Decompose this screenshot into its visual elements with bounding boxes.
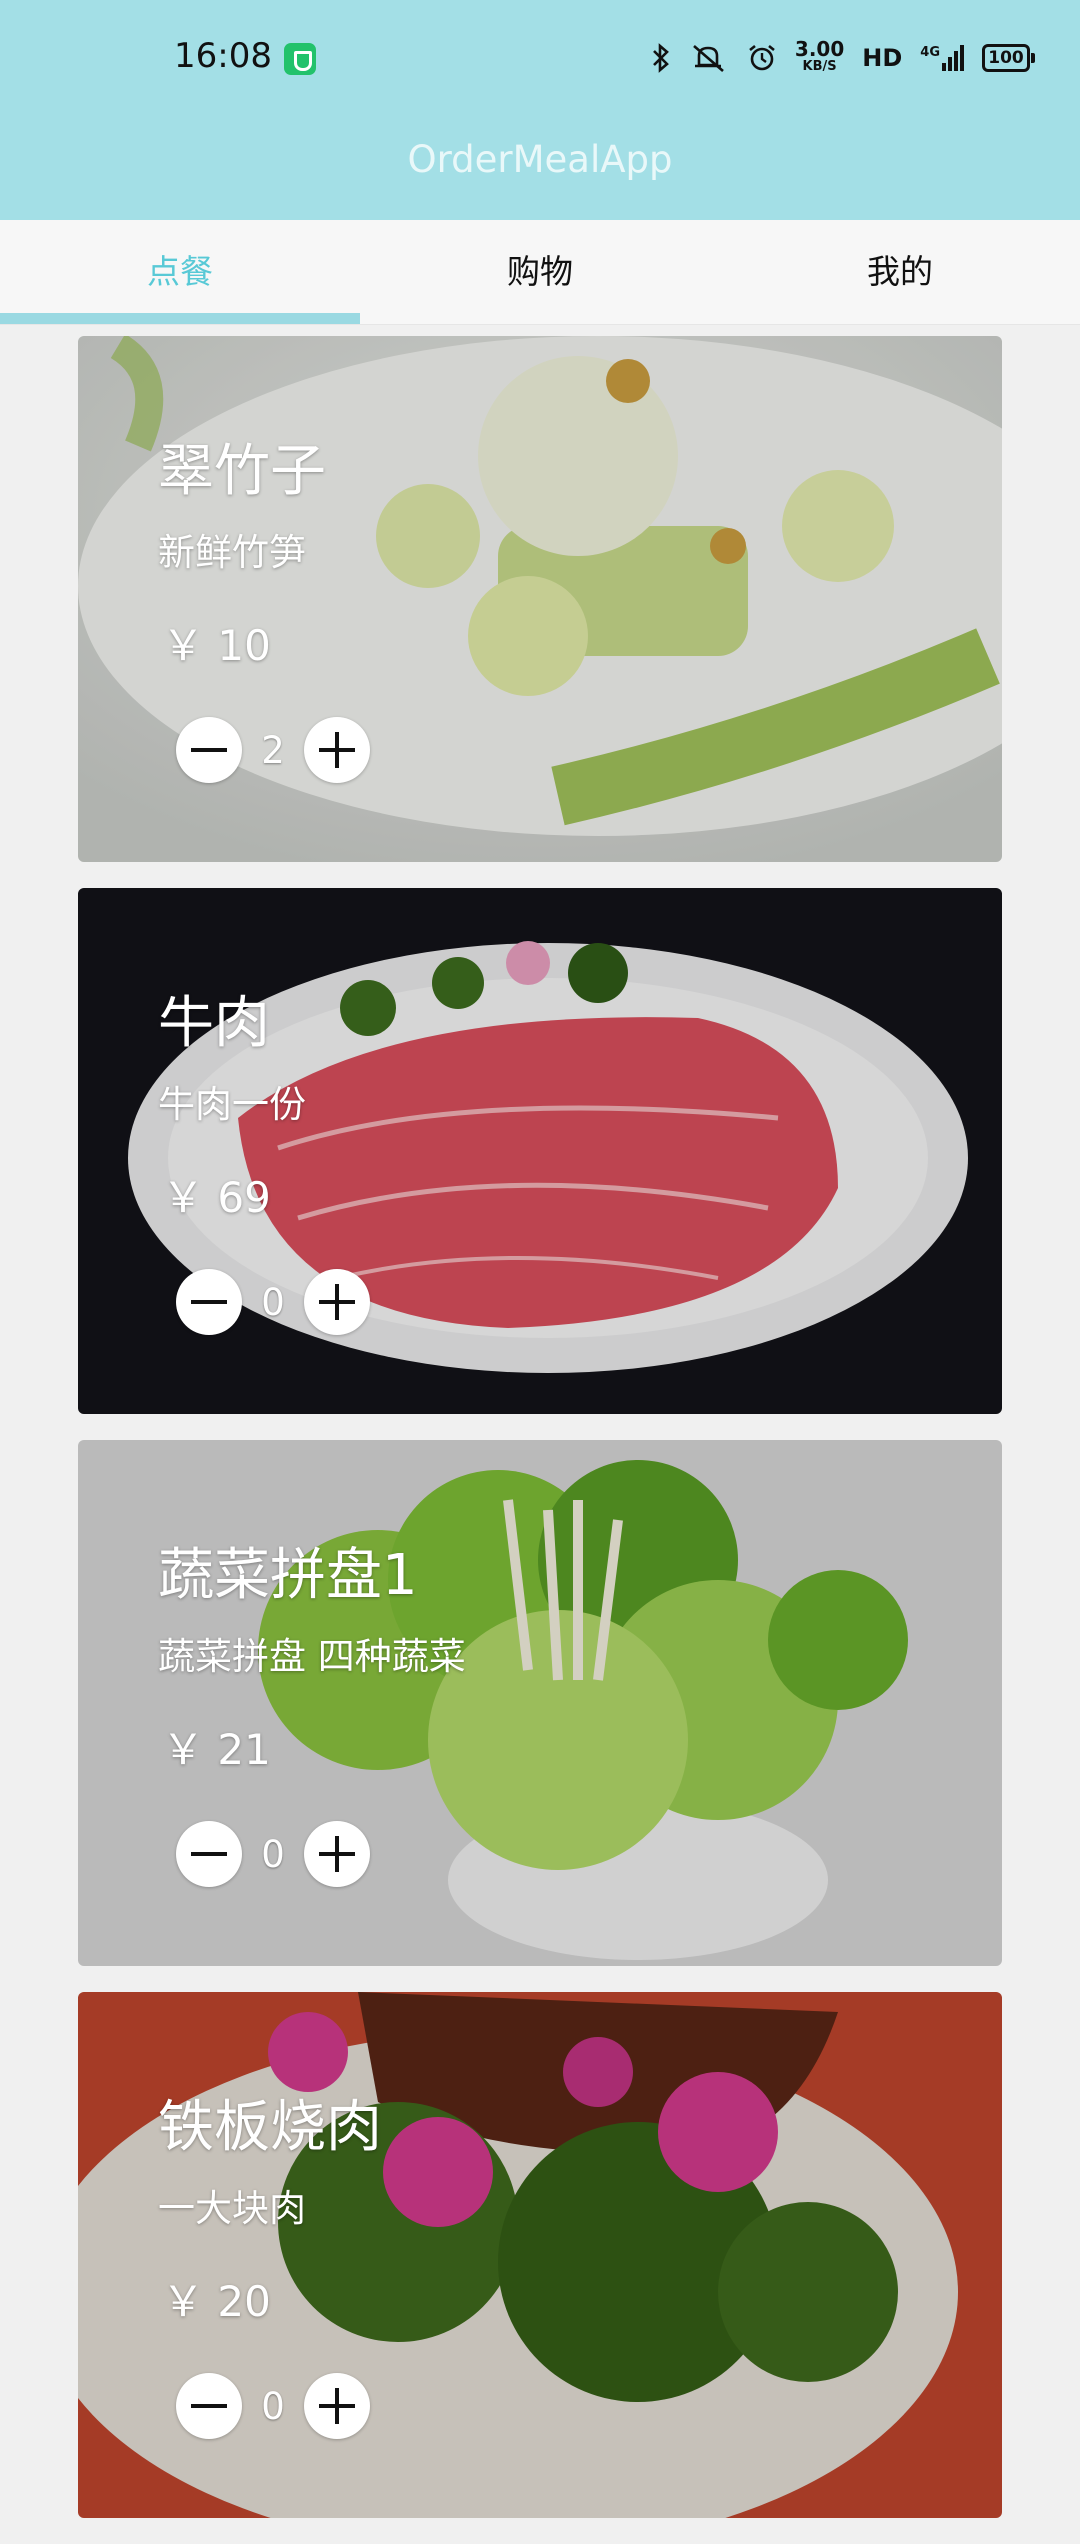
dish-name: 铁板烧肉 (158, 2095, 382, 2160)
quantity-value: 0 (261, 2384, 285, 2428)
minus-button[interactable] (176, 717, 242, 783)
battery-icon: 100 (982, 44, 1035, 72)
app-title: OrderMealApp (407, 138, 673, 181)
quantity-stepper: 0 (176, 1269, 370, 1335)
shield-icon (284, 43, 316, 75)
dish-price: ￥ 21 (162, 1725, 271, 1774)
status-bar: 16:08 3.00 KB/S HD 4G 100 (0, 0, 1080, 120)
network-label: 4G (920, 45, 940, 60)
quantity-stepper: 2 (176, 717, 370, 783)
tab-shopping[interactable]: 购物 (360, 220, 720, 324)
minus-icon (191, 2404, 227, 2408)
minus-button[interactable] (176, 2373, 242, 2439)
quantity-value: 2 (261, 728, 285, 772)
silent-icon (693, 45, 724, 72)
dish-name: 翠竹子 (158, 439, 326, 504)
dish-description: 新鲜竹笋 (158, 531, 306, 574)
card-overlay (78, 336, 1002, 862)
dish-name: 牛肉 (158, 991, 270, 1056)
dish-list: 翠竹子 新鲜竹笋 ￥ 10 2 牛肉 牛肉一份 ￥ 69 0 蔬菜拼盘1 蔬菜拼… (78, 336, 1002, 2544)
bluetooth-icon (652, 43, 669, 73)
minus-icon (191, 1300, 227, 1304)
signal-icon: 4G (920, 45, 964, 71)
quantity-stepper: 0 (176, 1821, 370, 1887)
minus-button[interactable] (176, 1269, 242, 1335)
card-overlay (78, 1440, 1002, 1966)
dish-card[interactable]: 牛肉 牛肉一份 ￥ 69 0 (78, 888, 1002, 1414)
dish-card[interactable]: 铁板烧肉 一大块肉 ￥ 20 0 (78, 1992, 1002, 2518)
quantity-value: 0 (261, 1280, 285, 1324)
quantity-value: 0 (261, 1832, 285, 1876)
app-bar: OrderMealApp (0, 120, 1080, 220)
dish-description: 蔬菜拼盘 四种蔬菜 (158, 1635, 466, 1678)
speed-value: 3.00 (794, 37, 845, 61)
card-overlay (78, 1992, 1002, 2518)
plus-button[interactable] (304, 2373, 370, 2439)
status-time: 16:08 (174, 36, 272, 76)
dish-description: 牛肉一份 (158, 1083, 306, 1126)
minus-button[interactable] (176, 1821, 242, 1887)
hd-label: HD (862, 44, 903, 72)
plus-button[interactable] (304, 1821, 370, 1887)
alarm-icon (749, 44, 775, 71)
plus-button[interactable] (304, 717, 370, 783)
tab-bar: 点餐 购物 我的 (0, 220, 1080, 325)
minus-icon (191, 1852, 227, 1856)
network-speed: 3.00 KB/S (794, 37, 845, 75)
tab-mine[interactable]: 我的 (720, 220, 1080, 324)
dish-name: 蔬菜拼盘1 (158, 1543, 418, 1608)
dish-card[interactable]: 翠竹子 新鲜竹笋 ￥ 10 2 (78, 336, 1002, 862)
dish-price: ￥ 10 (162, 621, 271, 670)
card-overlay (78, 888, 1002, 1414)
minus-icon (191, 748, 227, 752)
quantity-stepper: 0 (176, 2373, 370, 2439)
battery-level: 100 (988, 48, 1024, 68)
status-icons: 3.00 KB/S HD 4G 100 (651, 37, 1035, 78)
tab-order[interactable]: 点餐 (0, 220, 360, 324)
dish-description: 一大块肉 (158, 2187, 306, 2230)
dish-price: ￥ 69 (162, 1173, 271, 1222)
dish-price: ￥ 20 (162, 2277, 271, 2326)
plus-button[interactable] (304, 1269, 370, 1335)
dish-card[interactable]: 蔬菜拼盘1 蔬菜拼盘 四种蔬菜 ￥ 21 0 (78, 1440, 1002, 1966)
